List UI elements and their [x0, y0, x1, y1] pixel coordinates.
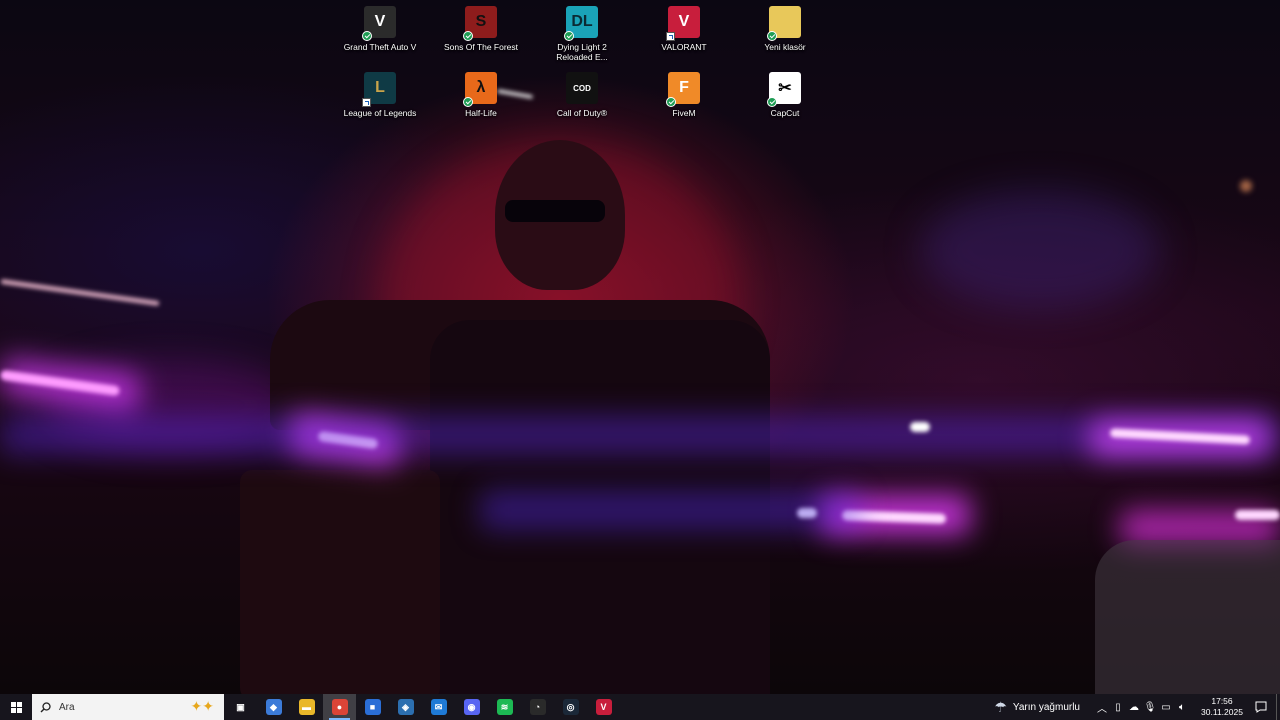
network-app-icon: ◈: [397, 699, 414, 715]
sync-status-icon: [564, 31, 574, 41]
app-icon: λ: [463, 72, 497, 107]
desktop-icon-label: VALORANT: [661, 42, 707, 52]
microphone-icon[interactable]: 🎙︎: [1142, 702, 1158, 713]
app-icon: L: [362, 72, 396, 107]
desktop-icon[interactable]: V VALORANT: [645, 6, 723, 52]
sync-status-icon: [463, 97, 473, 107]
app-icon: V: [362, 6, 396, 41]
app-icon: S: [463, 6, 497, 41]
desktop-icon-label: CapCut: [770, 108, 800, 118]
taskbar-button[interactable]: ✉: [422, 694, 455, 720]
app-icon: DL: [564, 6, 598, 41]
sync-status-icon: [767, 31, 777, 41]
desktop-icon-label: FiveM: [672, 108, 696, 118]
copilot-icon: ◆: [265, 699, 282, 715]
app-icon: V: [666, 6, 700, 41]
taskbar-button[interactable]: ●: [323, 694, 356, 720]
taskbar-button[interactable]: ≋: [488, 694, 521, 720]
spotify-icon: ≋: [496, 699, 513, 715]
desktop-wallpaper: [0, 0, 1280, 694]
app-icon: COD: [566, 72, 598, 104]
shortcut-arrow-icon: [362, 98, 371, 107]
taskbar-button[interactable]: ▣: [224, 694, 257, 720]
desktop-icon[interactable]: ✂ CapCut: [746, 72, 824, 118]
valorant-taskbar-icon: V: [595, 699, 612, 715]
show-desktop-button[interactable]: [1276, 694, 1280, 720]
taskbar-button[interactable]: ■: [356, 694, 389, 720]
sync-status-icon: [362, 31, 372, 41]
search-placeholder: Ara: [59, 701, 75, 713]
mail-icon: ✉: [430, 699, 447, 715]
app-icon: ✂: [767, 72, 801, 107]
taskbar: Ara ✦✦ ▣ ◆ ▬ ● ■ ◈ ✉ ◉ ≋ ◔ ◎ V ☂ Yarın yağmurlu ︿ ▯…: [0, 694, 1280, 720]
clock-date: 30.11.2025: [1201, 707, 1243, 717]
desktop-icon[interactable]: Yeni klasör: [746, 6, 824, 52]
search-box[interactable]: Ara ✦✦: [32, 694, 224, 720]
sync-status-icon: [666, 97, 676, 107]
weather-widget[interactable]: ☂ Yarın yağmurlu: [994, 699, 1080, 716]
desktop-icon-label: Yeni klasör: [764, 42, 806, 52]
taskbar-button[interactable]: V: [587, 694, 620, 720]
onedrive-icon[interactable]: ☁: [1126, 702, 1142, 713]
system-tray: ☂ Yarın yağmurlu ︿ ▯ ☁ 🎙︎ ▭ 🔈︎ 17:56 30.…: [994, 694, 1280, 720]
taskbar-button[interactable]: ◆: [257, 694, 290, 720]
search-highlight-icon[interactable]: ✦✦: [191, 698, 214, 715]
start-button[interactable]: [0, 694, 32, 720]
desktop-icon[interactable]: DL Dying Light 2 Reloaded E...: [543, 6, 621, 62]
desktop-icon-label: Sons Of The Forest: [443, 42, 518, 52]
desktop-icon[interactable]: S Sons Of The Forest: [442, 6, 520, 52]
taskbar-button[interactable]: ◔: [521, 694, 554, 720]
umbrella-icon: ☂: [994, 698, 1007, 715]
chrome-icon: ●: [331, 699, 348, 715]
desktop-icon[interactable]: L League of Legends: [341, 72, 419, 118]
shortcut-arrow-icon: [666, 32, 675, 41]
app-icon: F: [666, 72, 700, 107]
desktop-icon-label: Grand Theft Auto V: [343, 42, 417, 52]
microsoft-store-icon: ■: [364, 699, 381, 715]
desktop-icon-label: Half-Life: [465, 108, 497, 118]
file-explorer-icon: ▬: [298, 699, 315, 715]
taskbar-button[interactable]: ◈: [389, 694, 422, 720]
desktop-icon-label: Call of Duty®: [556, 108, 608, 118]
taskbar-button[interactable]: ◉: [455, 694, 488, 720]
desktop-icon[interactable]: COD Call of Duty®: [543, 72, 621, 118]
taskbar-button[interactable]: ▬: [290, 694, 323, 720]
desktop-icon[interactable]: V Grand Theft Auto V: [341, 6, 419, 52]
clock[interactable]: 17:56 30.11.2025: [1194, 696, 1250, 718]
device-icon[interactable]: ▯: [1110, 702, 1126, 713]
network-icon[interactable]: ▭: [1158, 702, 1174, 713]
speed-app-icon: ◔: [529, 699, 546, 715]
discord-icon: ◉: [463, 699, 480, 715]
desktop-icon-label: League of Legends: [343, 108, 417, 118]
taskbar-button[interactable]: ◎: [554, 694, 587, 720]
desktop-icon-label: Dying Light 2 Reloaded E...: [556, 42, 608, 62]
desktop-icon[interactable]: λ Half-Life: [442, 72, 520, 118]
chevron-up-icon[interactable]: ︿: [1094, 700, 1110, 715]
sync-status-icon: [767, 97, 777, 107]
weather-text: Yarın yağmurlu: [1012, 701, 1080, 713]
app-icon: [767, 6, 801, 41]
task-view-icon: ▣: [236, 701, 245, 712]
desktop-icon[interactable]: F FiveM: [645, 72, 723, 118]
windows-logo-icon: [10, 701, 22, 713]
clock-time: 17:56: [1211, 696, 1233, 706]
notification-center-icon[interactable]: [1250, 701, 1272, 713]
steam-icon: ◎: [562, 699, 579, 715]
volume-icon[interactable]: 🔈︎: [1174, 702, 1190, 713]
sync-status-icon: [463, 31, 473, 41]
search-icon: [40, 701, 51, 712]
taskbar-apps: ▣ ◆ ▬ ● ■ ◈ ✉ ◉ ≋ ◔ ◎ V: [224, 694, 620, 720]
